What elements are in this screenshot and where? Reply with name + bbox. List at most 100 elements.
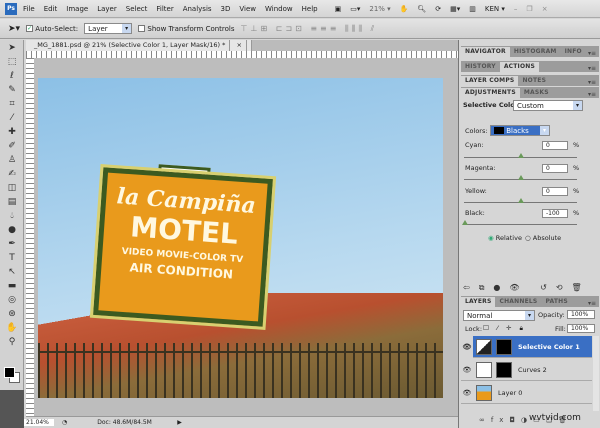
auto-select-checkbox[interactable]: ✓ Auto-Select: bbox=[26, 25, 78, 33]
marquee-tool-icon[interactable]: ⬚ bbox=[5, 56, 19, 68]
menu-3d[interactable]: 3D bbox=[221, 5, 231, 13]
layer-row-selective-color[interactable]: 👁︎ Selective Color 1 bbox=[461, 335, 592, 358]
menu-window[interactable]: Window bbox=[265, 5, 293, 13]
hand-tool-icon[interactable]: ✋ bbox=[400, 5, 409, 13]
menu-view[interactable]: View bbox=[239, 5, 256, 13]
black-input[interactable]: -100 bbox=[542, 209, 568, 218]
return-icon[interactable]: ⇦ bbox=[463, 283, 479, 292]
gradient-tool-icon[interactable]: ▤ bbox=[5, 196, 19, 208]
align-buttons-icon[interactable]: ⊤⊥⊞ ⊏⊐⊡ ≡≡≡ ⫼⫼⫼ ⫽ bbox=[241, 24, 378, 34]
healing-brush-icon[interactable]: ✚ bbox=[5, 126, 19, 138]
tab-adjustments[interactable]: ADJUSTMENTS bbox=[461, 88, 520, 98]
screen-mode-button[interactable]: ▥ bbox=[469, 5, 476, 13]
panel-menu-icon[interactable]: ▾≡ bbox=[588, 65, 596, 72]
3d-orbit-icon[interactable]: ⊛ bbox=[5, 308, 19, 320]
yellow-input[interactable]: 0 bbox=[542, 187, 568, 196]
link-icon[interactable]: ∞ bbox=[479, 416, 491, 424]
visibility-icon[interactable]: ● bbox=[493, 283, 509, 292]
colors-dropdown[interactable]: Blacks ▾ bbox=[490, 125, 550, 136]
close-tab-icon[interactable]: × bbox=[232, 40, 247, 51]
path-select-icon[interactable]: ↖ bbox=[5, 266, 19, 278]
clone-stamp-icon[interactable]: ♙ bbox=[5, 154, 19, 166]
foreground-color-swatch[interactable] bbox=[4, 367, 15, 378]
pen-tool-icon[interactable]: ✒ bbox=[5, 238, 19, 250]
panel-menu-icon[interactable]: ▾≡ bbox=[588, 79, 596, 86]
move-tool-icon[interactable]: ➤ bbox=[5, 42, 19, 54]
black-slider[interactable] bbox=[464, 224, 577, 225]
lock-icons[interactable]: ☐ ⁄ ✛ 🔒︎ bbox=[483, 324, 526, 333]
quick-select-tool-icon[interactable]: ✎ bbox=[5, 84, 19, 96]
tab-history[interactable]: HISTORY bbox=[461, 62, 500, 72]
shape-tool-icon[interactable]: ▬ bbox=[5, 280, 19, 292]
tab-paths[interactable]: PATHS bbox=[541, 297, 571, 307]
menu-file[interactable]: File bbox=[23, 5, 35, 13]
tab-layer-comps[interactable]: LAYER COMPS bbox=[461, 76, 519, 86]
absolute-radio[interactable]: ○ Absolute bbox=[525, 234, 561, 242]
fill-input[interactable]: 100% bbox=[567, 324, 595, 333]
canvas-area[interactable]: VACANCY la Campiña MOTEL VIDEO MOVIE-COL… bbox=[34, 58, 458, 416]
menu-select[interactable]: Select bbox=[126, 5, 148, 13]
close-button[interactable]: × bbox=[542, 5, 548, 13]
clip-icon[interactable]: ⧉ bbox=[479, 283, 494, 292]
magenta-slider-thumb[interactable] bbox=[518, 175, 524, 180]
preset-dropdown[interactable]: Custom ▾ bbox=[513, 100, 583, 111]
eye-icon[interactable]: 👁︎ bbox=[461, 335, 473, 358]
reset-default-icon[interactable]: ⟲ bbox=[556, 283, 572, 292]
menu-edit[interactable]: Edit bbox=[44, 5, 58, 13]
menu-layer[interactable]: Layer bbox=[97, 5, 117, 13]
panel-menu-icon[interactable]: ▾≡ bbox=[588, 300, 596, 307]
cyan-input[interactable]: 0 bbox=[542, 141, 568, 150]
panel-menu-icon[interactable]: ▾≡ bbox=[588, 50, 596, 57]
fx-icon[interactable]: fx bbox=[491, 416, 510, 424]
tab-layers[interactable]: LAYERS bbox=[461, 297, 496, 307]
move-tool-icon[interactable]: ➤▾ bbox=[8, 24, 20, 34]
eye-icon[interactable]: 👁︎ bbox=[461, 366, 473, 374]
menu-help[interactable]: Help bbox=[302, 5, 318, 13]
cyan-slider-thumb[interactable] bbox=[518, 153, 524, 158]
rotate-view-icon[interactable]: ⟳ bbox=[435, 5, 441, 13]
relative-radio[interactable]: ◉ Relative bbox=[488, 234, 522, 242]
menu-filter[interactable]: Filter bbox=[156, 5, 173, 13]
auto-select-dropdown[interactable]: Layer ▾ bbox=[84, 23, 133, 34]
tab-info[interactable]: INFO bbox=[561, 47, 586, 57]
add-mask-icon[interactable]: ◘ bbox=[509, 416, 521, 424]
menu-analysis[interactable]: Analysis bbox=[183, 5, 212, 13]
reset-icon[interactable]: ↺ bbox=[540, 283, 556, 292]
view-previous-icon[interactable]: 👁︎ bbox=[509, 283, 528, 292]
status-arrow-icon[interactable]: ▶ bbox=[177, 419, 182, 426]
arrange-documents-icon[interactable]: ▦▾ bbox=[450, 5, 460, 13]
zoom-tool-icon[interactable]: ⚲ bbox=[5, 336, 19, 348]
document-tab[interactable]: _MG_1881.psd @ 21% (Selective Color 1, L… bbox=[26, 40, 252, 51]
status-menu-icon[interactable]: ◔ bbox=[62, 419, 67, 426]
dodge-tool-icon[interactable]: ● bbox=[5, 224, 19, 236]
magenta-input[interactable]: 0 bbox=[542, 164, 568, 173]
zoom-level-select[interactable]: 21% ▾ bbox=[369, 5, 390, 13]
blur-tool-icon[interactable]: 💧︎ bbox=[5, 210, 19, 222]
restore-button[interactable]: ❐ bbox=[526, 5, 532, 13]
hand-tool-icon[interactable]: ✋ bbox=[5, 322, 19, 334]
brush-tool-icon[interactable]: ✐ bbox=[5, 140, 19, 152]
tab-histogram[interactable]: HISTOGRAM bbox=[510, 47, 561, 57]
tab-navigator[interactable]: NAVIGATOR bbox=[461, 47, 510, 57]
mask-thumbnail[interactable] bbox=[496, 338, 512, 355]
screen-mode-icon[interactable]: ▭▾ bbox=[350, 5, 360, 13]
panel-menu-icon[interactable]: ▾≡ bbox=[588, 91, 596, 98]
crop-tool-icon[interactable]: ⌗ bbox=[5, 98, 19, 110]
opacity-input[interactable]: 100% bbox=[567, 310, 595, 319]
zoom-tool-icon[interactable]: 🔍︎ bbox=[417, 5, 426, 13]
minimize-button[interactable]: – bbox=[514, 5, 518, 13]
tab-actions[interactable]: ACTIONS bbox=[499, 62, 540, 72]
layer-row-curves[interactable]: 👁︎ Curves 2 bbox=[461, 359, 592, 381]
tab-notes[interactable]: NOTES bbox=[518, 76, 550, 86]
black-slider-thumb[interactable] bbox=[462, 220, 468, 225]
show-transform-checkbox[interactable]: Show Transform Controls bbox=[138, 25, 235, 33]
menu-image[interactable]: Image bbox=[66, 5, 88, 13]
eyedropper-tool-icon[interactable]: ⁄ bbox=[5, 112, 19, 124]
eye-icon[interactable]: 👁︎ bbox=[461, 389, 473, 397]
tab-masks[interactable]: MASKS bbox=[520, 88, 553, 98]
bridge-icon[interactable]: ▣ bbox=[335, 5, 342, 13]
lasso-tool-icon[interactable]: ℓ bbox=[5, 70, 19, 82]
layers-scrollbar[interactable] bbox=[593, 336, 599, 411]
type-tool-icon[interactable]: T bbox=[5, 252, 19, 264]
layer-row-layer-0[interactable]: 👁︎ Layer 0 bbox=[461, 382, 592, 404]
